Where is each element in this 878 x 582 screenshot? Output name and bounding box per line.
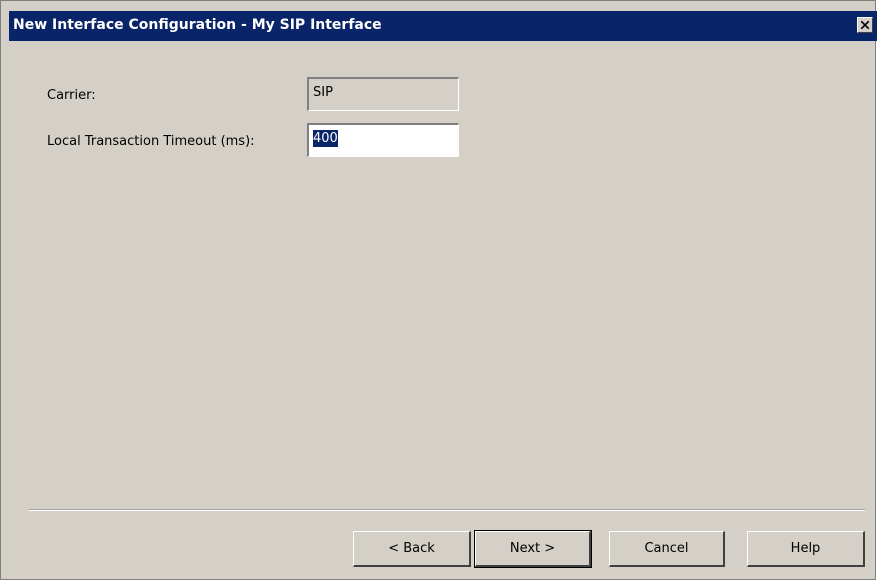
close-button[interactable] xyxy=(857,17,873,33)
title-bar: New Interface Configuration - My SIP Int… xyxy=(9,11,877,41)
timeout-input[interactable]: 400 xyxy=(307,123,459,157)
next-button[interactable]: Next > xyxy=(474,530,592,568)
carrier-field: SIP xyxy=(307,77,459,111)
timeout-value: 400 xyxy=(313,130,338,147)
carrier-label: Carrier: xyxy=(47,88,96,103)
cancel-button[interactable]: Cancel xyxy=(609,531,725,567)
dialog-window: New Interface Configuration - My SIP Int… xyxy=(0,0,877,580)
window-title: New Interface Configuration - My SIP Int… xyxy=(13,17,382,33)
button-separator xyxy=(29,509,865,511)
help-button[interactable]: Help xyxy=(747,531,865,567)
back-button[interactable]: < Back xyxy=(353,531,471,567)
close-icon xyxy=(861,21,869,29)
timeout-label: Local Transaction Timeout (ms): xyxy=(47,134,255,149)
